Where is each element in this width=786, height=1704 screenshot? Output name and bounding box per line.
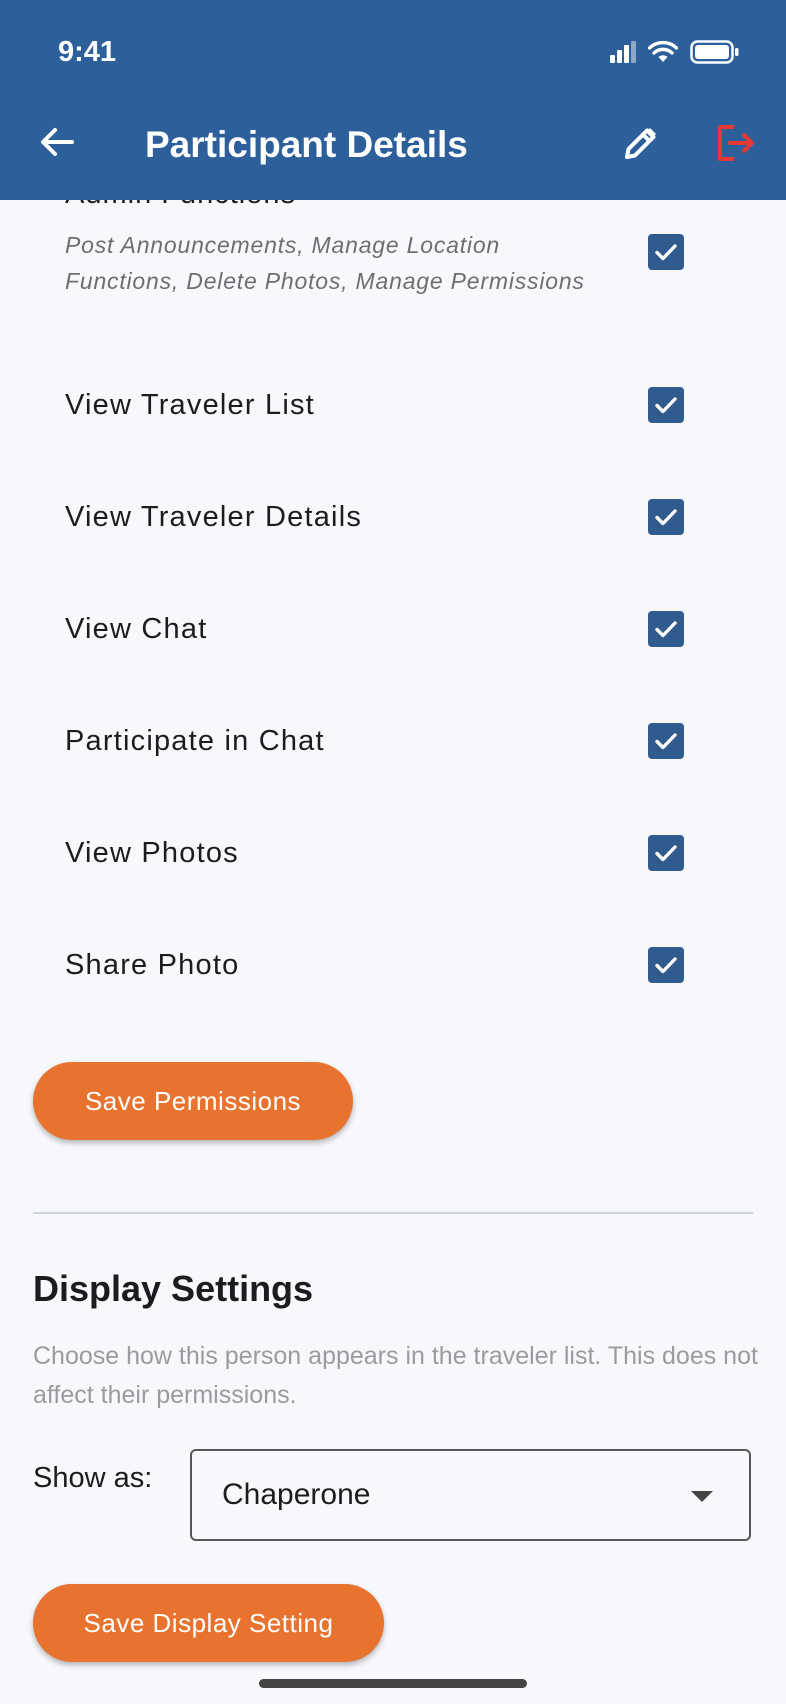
caret-down-icon bbox=[691, 1491, 713, 1502]
status-time: 9:41 bbox=[58, 36, 117, 68]
permission-row-view-chat: View Chat bbox=[0, 599, 786, 659]
show-as-selected-value: Chaperone bbox=[222, 1478, 371, 1511]
permission-label: View Traveler List bbox=[65, 389, 315, 421]
check-icon bbox=[655, 845, 677, 862]
display-settings-title: Display Settings bbox=[33, 1268, 314, 1309]
save-permissions-button[interactable]: Save Permissions bbox=[33, 1062, 353, 1140]
permission-label: Share Photo bbox=[65, 949, 240, 981]
signal-icon bbox=[610, 41, 636, 63]
permission-row-view-traveler-details: View Traveler Details bbox=[0, 487, 786, 547]
check-icon bbox=[655, 957, 677, 974]
permission-row-participate-in-chat: Participate in Chat bbox=[0, 711, 786, 771]
permission-checkbox[interactable] bbox=[648, 835, 684, 871]
admin-functions-heading: Admin Functions bbox=[65, 200, 296, 211]
permission-label: View Chat bbox=[65, 613, 208, 645]
permission-row-share-photo: Share Photo bbox=[0, 935, 786, 995]
permission-checkbox[interactable] bbox=[648, 723, 684, 759]
admin-functions-description: Post Announcements, Manage Location Func… bbox=[65, 232, 585, 294]
admin-functions-checkbox[interactable] bbox=[648, 234, 684, 270]
show-as-label: Show as: bbox=[33, 1462, 153, 1494]
logout-button[interactable] bbox=[712, 119, 760, 167]
arrow-left-icon bbox=[41, 128, 74, 156]
edit-button[interactable] bbox=[618, 120, 664, 166]
permission-checkbox[interactable] bbox=[648, 611, 684, 647]
logout-icon bbox=[718, 125, 754, 161]
permission-label: View Photos bbox=[65, 837, 239, 869]
display-settings-description: Choose how this person appears in the tr… bbox=[33, 1342, 758, 1409]
home-indicator[interactable] bbox=[259, 1679, 527, 1688]
permission-checkbox[interactable] bbox=[648, 499, 684, 535]
check-icon bbox=[655, 397, 677, 414]
permission-row-view-photos: View Photos bbox=[0, 823, 786, 883]
content-scroll-area[interactable]: Admin Functions Post Announcements, Mana… bbox=[0, 200, 786, 1704]
check-icon bbox=[655, 621, 677, 638]
app-bar: 9:41 Participant Details bbox=[0, 0, 786, 200]
permission-row-view-traveler-list: View Traveler List bbox=[0, 375, 786, 435]
battery-icon bbox=[690, 40, 739, 64]
pencil-icon bbox=[625, 128, 656, 159]
permission-label: View Traveler Details bbox=[65, 501, 363, 533]
show-as-dropdown[interactable]: Chaperone bbox=[190, 1449, 751, 1541]
check-icon bbox=[655, 509, 677, 526]
section-divider bbox=[33, 1212, 753, 1214]
check-icon bbox=[655, 244, 677, 261]
permission-label: Participate in Chat bbox=[65, 725, 325, 757]
permission-checkbox[interactable] bbox=[648, 387, 684, 423]
wifi-icon bbox=[648, 41, 678, 62]
save-display-setting-button[interactable]: Save Display Setting bbox=[33, 1584, 384, 1662]
page-title: Participant Details bbox=[145, 124, 468, 165]
permission-checkbox[interactable] bbox=[648, 947, 684, 983]
status-icons bbox=[610, 40, 740, 64]
check-icon bbox=[655, 733, 677, 750]
back-button[interactable] bbox=[34, 118, 82, 166]
